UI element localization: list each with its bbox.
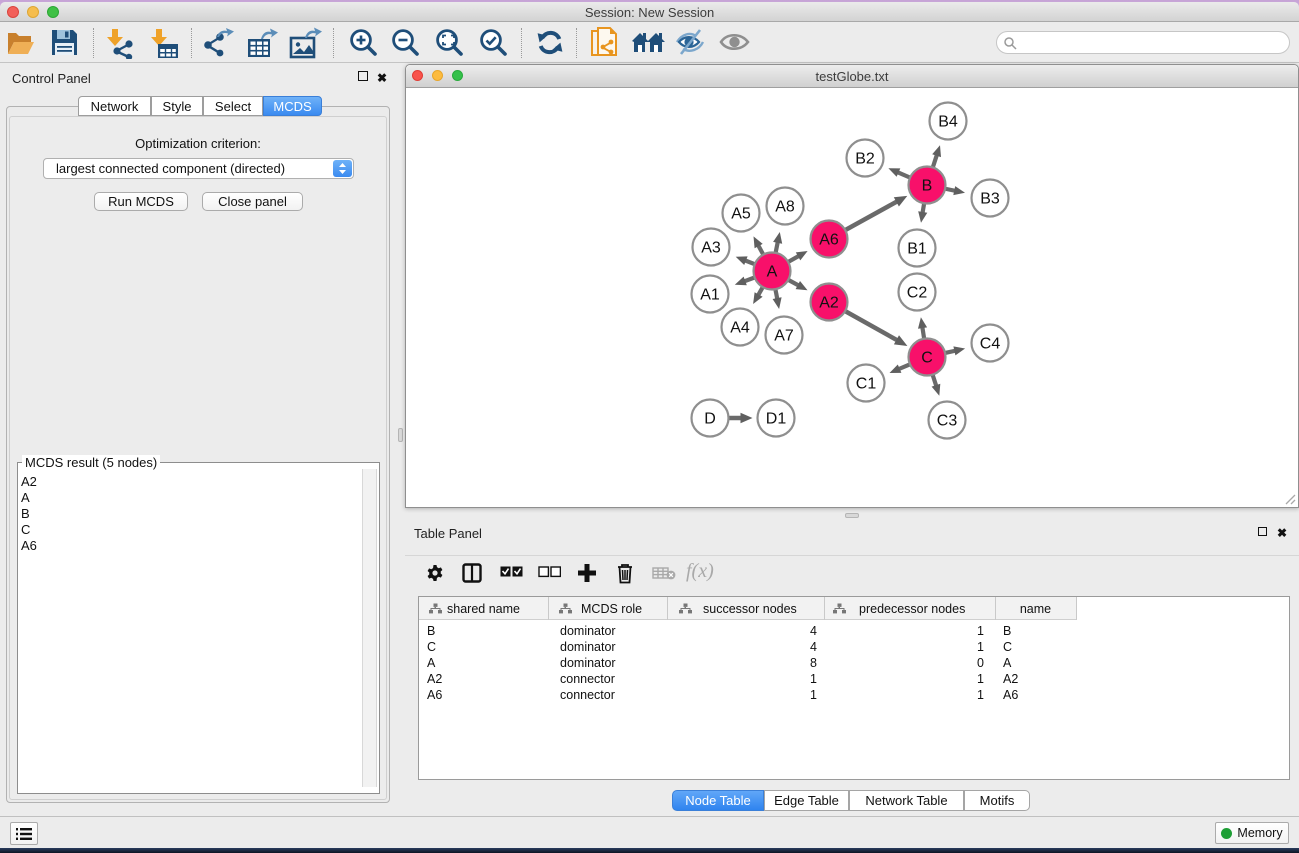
svg-text:C2: C2	[907, 285, 928, 302]
svg-text:B2: B2	[855, 151, 875, 168]
svg-text:A3: A3	[701, 240, 721, 257]
svg-text:C1: C1	[856, 376, 877, 393]
svg-text:A1: A1	[700, 287, 720, 304]
svg-text:B4: B4	[938, 114, 958, 131]
svg-text:C4: C4	[980, 336, 1001, 353]
svg-text:D: D	[704, 411, 716, 428]
svg-text:A2: A2	[819, 295, 839, 312]
svg-text:A: A	[767, 264, 778, 281]
svg-text:A6: A6	[819, 232, 839, 249]
svg-text:A5: A5	[731, 206, 751, 223]
svg-text:C3: C3	[937, 413, 958, 430]
svg-text:A7: A7	[774, 328, 794, 345]
svg-text:D1: D1	[766, 411, 787, 428]
svg-text:C: C	[921, 350, 933, 367]
svg-text:A8: A8	[775, 199, 795, 216]
svg-text:A4: A4	[730, 320, 750, 337]
svg-text:B: B	[922, 178, 933, 195]
svg-text:B3: B3	[980, 191, 1000, 208]
svg-text:B1: B1	[907, 241, 927, 258]
